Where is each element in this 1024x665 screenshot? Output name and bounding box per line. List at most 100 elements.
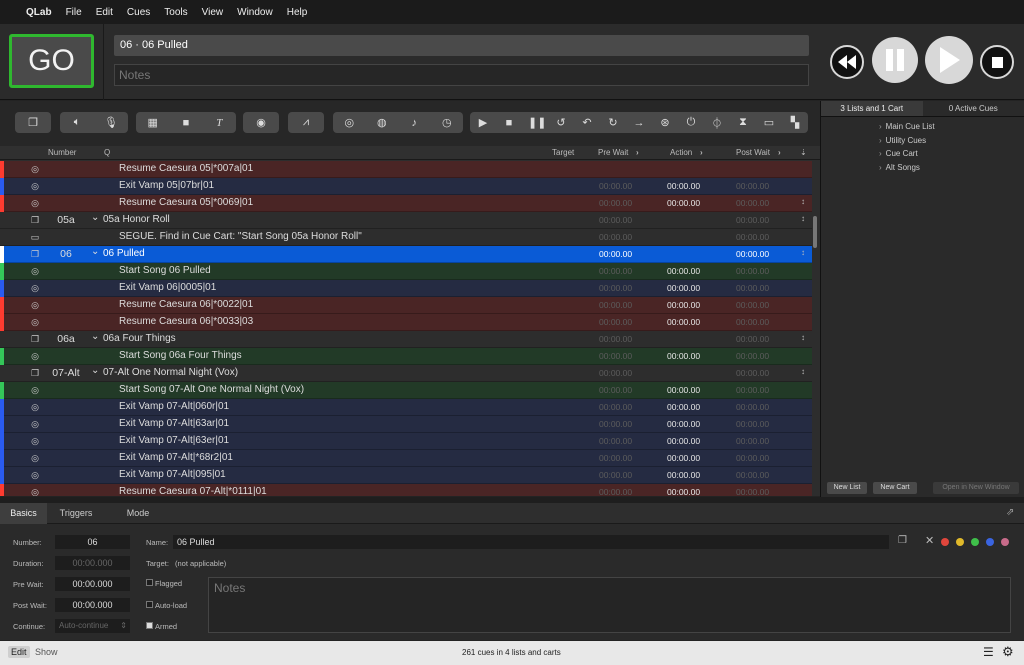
tab-lists-and-carts[interactable]: 3 Lists and 1 Cart [821,101,923,116]
list-item-utility-cues[interactable]: › Utility Cues [821,134,1024,148]
clear-color-icon[interactable]: ✕ [925,534,934,547]
number-field[interactable]: 06 [55,535,130,549]
column-header-action[interactable]: Action [670,148,692,157]
color-dot-green[interactable] [971,538,979,546]
fade-cue-icon[interactable]: ⩘ [299,116,313,129]
timecode-cue-icon[interactable]: ◷ [440,116,454,129]
continue-select[interactable]: Auto-continue ⇕ [55,619,130,633]
target-cue-icon[interactable]: ⊛ [658,116,672,129]
table-scrollbar[interactable] [813,216,817,248]
list-item-cue-cart[interactable]: › Cue Cart [821,147,1024,161]
stop-cue-icon[interactable]: ■ [502,117,516,129]
table-row[interactable]: ❐ 07-Alt ⌄ 07-Alt One Normal Night (Vox) 00:… [0,365,812,382]
table-row[interactable]: ◎ Resume Caesura 06|*0022|01 00:00.00 00:00… [0,297,812,314]
wait-cue-icon[interactable]: ⧗ [736,116,750,129]
copy-icon[interactable]: ❐ [898,535,907,546]
tab-triggers[interactable]: Triggers [48,503,104,524]
show-mode-button[interactable]: Show [35,647,58,657]
chevron-down-icon[interactable]: ⌄ [91,212,99,223]
color-dot-pink[interactable] [1001,538,1009,546]
pause-all-button[interactable] [872,37,918,83]
settings-gear-icon[interactable]: ⚙ [1002,644,1014,660]
load-cue-icon[interactable]: ↺ [554,116,568,129]
script-cue-icon[interactable]: ▚ [788,116,802,129]
chevron-right-icon[interactable]: › [879,136,882,145]
audio-cue-icon[interactable]: 🔈︎ [70,116,84,129]
table-row[interactable]: ◎ Resume Caesura 05|*0069|01 00:00.00 00:00… [0,195,812,212]
table-row[interactable]: ◎ Start Song 06 Pulled 00:00.00 00:00.00 00:… [0,263,812,280]
new-cart-button[interactable]: New Cart [873,482,917,494]
text-cue-icon[interactable]: T [212,117,226,129]
new-list-button[interactable]: New List [827,482,867,494]
midi-cue-icon[interactable]: ◍ [375,116,389,129]
chevron-right-icon[interactable]: › [879,122,882,131]
menu-window[interactable]: Window [237,7,273,18]
menu-help[interactable]: Help [287,7,308,18]
table-row[interactable]: ◎ Exit Vamp 07-Alt|63er|01 00:00.00 00:00.0… [0,433,812,450]
inspector-notes-field[interactable]: Notes [208,577,1011,633]
chevron-down-icon[interactable]: ⌄ [91,246,99,257]
color-dot-yellow[interactable] [956,538,964,546]
video-cue-icon[interactable]: ▦ [146,116,160,129]
table-row[interactable]: ▭ SEGUE. Find in Cue Cart: "Start Song 05… [0,229,812,246]
table-row[interactable]: ◎ Exit Vamp 07-Alt|060r|01 00:00.00 00:00.0… [0,399,812,416]
pre-wait-field[interactable]: 00:00.000 [55,577,130,591]
column-header-target[interactable]: Target [552,148,574,157]
menu-cues[interactable]: Cues [127,7,150,18]
auto-load-checkbox[interactable] [146,601,153,608]
table-row[interactable]: ◎ Exit Vamp 07-Alt|63ar|01 00:00.00 00:00.0… [0,416,812,433]
list-item-alt-songs[interactable]: › Alt Songs [821,161,1024,175]
chevron-down-icon[interactable]: ⌄ [91,365,99,376]
tab-mode[interactable]: Mode [105,503,171,524]
menu-view[interactable]: View [202,7,224,18]
go-button[interactable]: GO [9,34,94,88]
table-row[interactable]: ◎ Resume Caesura 05|*007a|01 [0,161,812,178]
chevron-right-icon[interactable]: › [879,163,882,172]
continue-column-icon[interactable]: ⇣ [800,148,807,157]
popout-icon[interactable]: ⇗ [1006,507,1014,518]
rewind-button[interactable] [830,45,864,79]
menu-tools[interactable]: Tools [164,7,187,18]
table-row[interactable]: ❐ 06a ⌄ 06a Four Things 00:00.00 00:00.00 ↕ [0,331,812,348]
chevron-down-icon[interactable]: ⌄ [91,331,99,342]
tab-basics[interactable]: Basics [0,503,47,524]
column-header-post-wait[interactable]: Post Wait [736,148,770,157]
tab-active-cues[interactable]: 0 Active Cues [923,101,1024,116]
menu-edit[interactable]: Edit [96,7,113,18]
cue-notes-field[interactable]: Notes [114,64,809,86]
stop-all-button[interactable] [980,45,1014,79]
post-wait-field[interactable]: 00:00.000 [55,598,130,612]
pause-cue-icon[interactable]: ❚❚ [528,116,546,129]
table-row[interactable]: ◎ Exit Vamp 06|0005|01 00:00.00 00:00.00 00:… [0,280,812,297]
column-header-number[interactable]: Number [48,148,76,157]
table-row[interactable]: ❐ 05a ⌄ 05a Honor Roll 00:00.00 00:00.00 ↕ [0,212,812,229]
goto-cue-icon[interactable]: → [632,117,646,129]
armed-checkbox[interactable] [146,622,153,629]
flagged-checkbox[interactable] [146,579,153,586]
table-row[interactable]: ◎ Start Song 06a Four Things 00:00.00 00:00… [0,348,812,365]
column-header-pre-wait[interactable]: Pre Wait [598,148,628,157]
menu-file[interactable]: File [66,7,82,18]
list-item-main-cue-list[interactable]: › Main Cue List [821,120,1024,134]
group-cue-icon[interactable]: ❐ [26,116,40,129]
music-cue-icon[interactable]: ♪ [407,117,421,129]
devamp-cue-icon[interactable]: ↻ [606,116,620,129]
edit-mode-button[interactable]: Edit [8,646,30,658]
column-header-q[interactable]: Q [104,148,110,157]
color-dot-blue[interactable] [986,538,994,546]
network-cue-icon[interactable]: ◎ [342,116,356,129]
reset-cue-icon[interactable]: ↶ [580,116,594,129]
light-cue-icon[interactable]: ◉ [254,116,268,129]
disarm-cue-icon[interactable]: ⏀ [710,115,724,131]
table-row[interactable]: ◎ Exit Vamp 05|07br|01 00:00.00 00:00.00 00:… [0,178,812,195]
resume-all-button[interactable] [925,36,973,84]
duration-field[interactable]: 00:00.000 [55,556,130,570]
start-cue-icon[interactable]: ▶ [476,116,490,129]
chevron-right-icon[interactable]: › [879,149,882,158]
open-in-new-window-button[interactable]: Open in New Window [933,482,1019,494]
name-field[interactable]: 06 Pulled [173,535,889,549]
table-row[interactable]: ◎ Start Song 07-Alt One Normal Night (Vox… [0,382,812,399]
camera-cue-icon[interactable]: ■ [179,117,193,129]
table-row-selected[interactable]: ❐ 06 ⌄ 06 Pulled 00:00.00 00:00.00 ↕ [0,246,812,263]
table-row[interactable]: ◎ Exit Vamp 07-Alt|095|01 00:00.00 00:00.00… [0,467,812,484]
